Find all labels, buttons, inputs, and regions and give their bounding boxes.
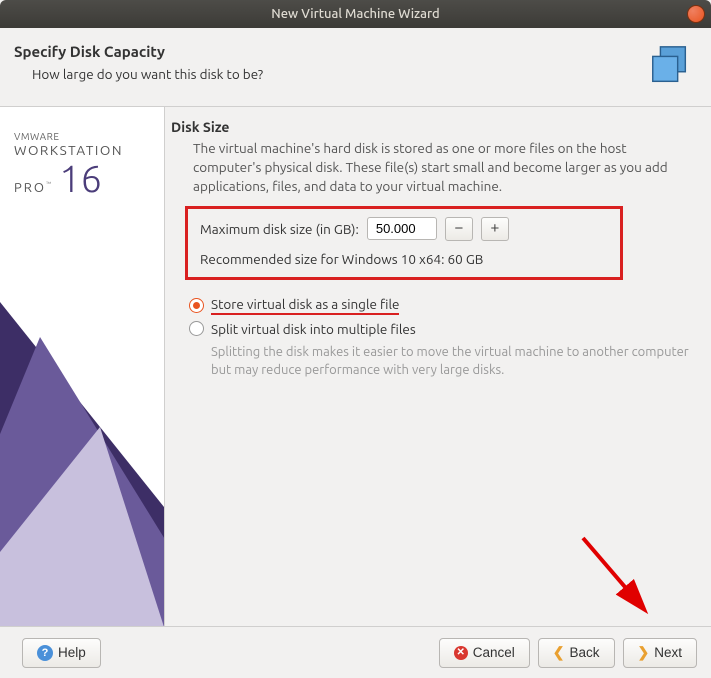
chevron-right-icon: ❯ — [638, 644, 650, 661]
titlebar: New Virtual Machine Wizard — [0, 0, 711, 28]
brand-pro: PRO™ — [14, 179, 51, 195]
cancel-icon: ✕ — [454, 646, 468, 660]
window-title: New Virtual Machine Wizard — [271, 7, 439, 21]
radio-single-label: Store virtual disk as a single file — [211, 296, 399, 315]
max-disk-input[interactable] — [367, 217, 437, 240]
radio-icon — [189, 321, 204, 336]
brand-sidebar: VMWARE WORKSTATION PRO™ 16 — [0, 107, 164, 637]
disk-size-title: Disk Size — [171, 119, 693, 135]
disk-store-options: Store virtual disk as a single file Spli… — [189, 296, 693, 379]
wizard-footer: ? Help ✕ Cancel ❮ Back ❯ Next — [0, 626, 711, 678]
max-disk-label: Maximum disk size (in GB): — [200, 221, 359, 237]
disk-icon — [647, 43, 693, 92]
next-button[interactable]: ❯ Next — [623, 638, 698, 668]
radio-single-file[interactable]: Store virtual disk as a single file — [189, 296, 693, 315]
chevron-left-icon: ❮ — [553, 644, 565, 661]
page-subtitle: How large do you want this disk to be? — [32, 66, 647, 82]
decrease-button[interactable]: − — [445, 217, 473, 241]
highlight-box: Maximum disk size (in GB): − + Recommend… — [185, 206, 623, 280]
brand-version: 16 — [59, 158, 102, 200]
close-button[interactable] — [687, 5, 705, 23]
brand-vmware: VMWARE — [14, 131, 154, 142]
brand-workstation: WORKSTATION — [14, 142, 154, 158]
main-content: VMWARE WORKSTATION PRO™ 16 Disk Size The… — [0, 107, 711, 637]
page-title: Specify Disk Capacity — [14, 43, 647, 60]
split-help-text: Splitting the disk makes it easier to mo… — [211, 343, 693, 379]
radio-icon — [189, 298, 204, 313]
recommended-size: Recommended size for Windows 10 x64: 60 … — [200, 251, 608, 267]
content-panel: Disk Size The virtual machine's hard dis… — [164, 107, 711, 637]
disk-size-description: The virtual machine's hard disk is store… — [193, 139, 693, 196]
wizard-header: Specify Disk Capacity How large do you w… — [0, 28, 711, 107]
radio-split-files[interactable]: Split virtual disk into multiple files — [189, 321, 693, 337]
increase-button[interactable]: + — [481, 217, 509, 241]
cancel-button[interactable]: ✕ Cancel — [439, 638, 530, 668]
help-icon: ? — [37, 645, 53, 661]
brand-decoration — [0, 277, 164, 637]
back-button[interactable]: ❮ Back — [538, 638, 615, 668]
help-button[interactable]: ? Help — [22, 638, 101, 668]
radio-split-label: Split virtual disk into multiple files — [211, 321, 416, 337]
